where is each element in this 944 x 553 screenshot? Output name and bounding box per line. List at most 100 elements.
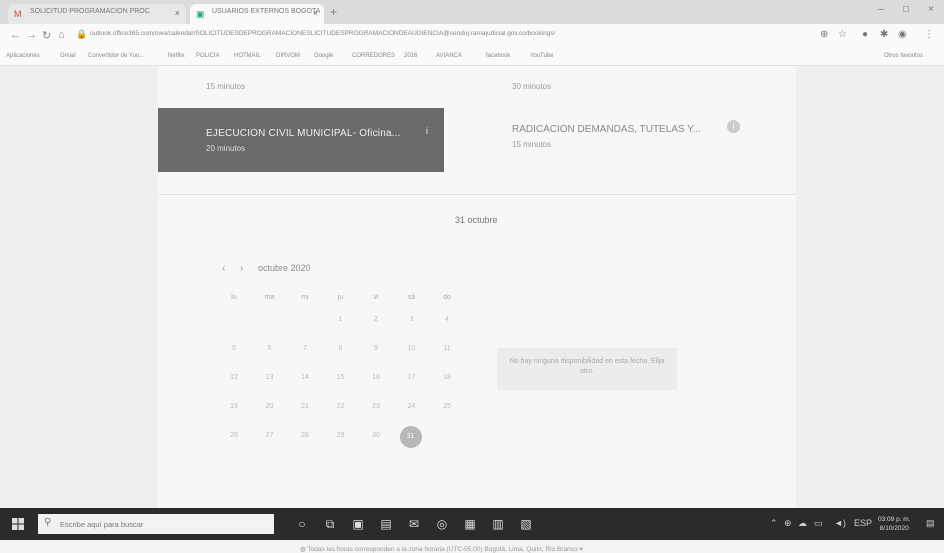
clock-date: 8/10/2020 <box>879 525 909 532</box>
calendar-day[interactable]: 8 <box>329 339 353 359</box>
calendar-day[interactable]: 1 <box>329 310 353 330</box>
app-icon[interactable]: ▥ <box>488 515 508 533</box>
excel-icon[interactable]: ▧ <box>516 515 536 533</box>
puzzle-icon[interactable]: ✱ <box>880 29 888 40</box>
calendar-day[interactable]: 30 <box>364 426 388 446</box>
notifications-icon[interactable]: ▤ <box>926 518 935 529</box>
calendar-day[interactable]: 14 <box>293 368 317 388</box>
url-field[interactable]: outlook.office365.com/owa/calendar/SOLIC… <box>90 30 810 44</box>
close-icon[interactable]: × <box>175 8 180 18</box>
calendar-day[interactable]: 5 <box>222 339 246 359</box>
calendar-day[interactable]: 4 <box>435 310 459 330</box>
service-name: RADICACION DEMANDAS, TUTELAS Y... <box>512 124 701 135</box>
language-indicator[interactable]: ESP <box>854 518 872 528</box>
bookmark-policia[interactable]: POLICIA <box>196 53 220 59</box>
service-name: EJECUCION CIVIL MUNICIPAL- Oficina... <box>206 128 401 139</box>
network-icon[interactable]: ⊕ <box>784 518 792 529</box>
selected-date-heading: 31 octubre <box>455 215 498 225</box>
chrome-icon[interactable]: ◎ <box>432 515 452 533</box>
home-icon[interactable]: ⌂ <box>58 29 65 41</box>
calendar-day[interactable]: 20 <box>258 397 282 417</box>
calendar-day[interactable]: 9 <box>364 339 388 359</box>
tray-chevron-icon[interactable]: ⌃ <box>770 518 778 529</box>
previous-month-icon[interactable]: ‹ <box>222 263 225 274</box>
bookmark-youtube[interactable]: YouTube <box>530 53 554 59</box>
calendar-day[interactable]: 25 <box>435 397 459 417</box>
calendar-day[interactable]: 13 <box>258 368 282 388</box>
calendar-day[interactable]: 11 <box>435 339 459 359</box>
menu-icon[interactable]: ⋮ <box>924 29 934 40</box>
calendar-day[interactable]: 10 <box>400 339 424 359</box>
calendar-day[interactable]: 16 <box>364 368 388 388</box>
calendar-day[interactable]: 26 <box>222 426 246 446</box>
gmail-icon: M <box>14 9 22 19</box>
window-close-icon[interactable]: × <box>928 4 934 15</box>
close-icon[interactable]: × <box>313 8 318 18</box>
taskbar-search-input[interactable]: ⚲ Escribe aquí para buscar <box>38 514 274 534</box>
volume-icon[interactable]: ◄) <box>834 518 846 528</box>
bookmarks-bar: Aplicaciones Gmail Convertidor de Yuo...… <box>0 48 944 66</box>
cortana-icon[interactable]: ○ <box>292 515 312 533</box>
file-explorer-icon[interactable]: ▤ <box>376 515 396 533</box>
bookmark-facebook[interactable]: facebook <box>486 53 510 59</box>
tab-bookings[interactable]: ▣ USUARIOS EXTERNOS BOGOTA × <box>190 4 324 24</box>
calendar-day[interactable]: 15 <box>329 368 353 388</box>
bookmark-dirvom[interactable]: DIRVOM <box>276 53 300 59</box>
cloud-icon[interactable]: ☁ <box>798 518 807 529</box>
timezone-text: Todas las horas corresponden a la zona h… <box>307 546 578 553</box>
timezone-note[interactable]: ◍ Todas las horas corresponden a la zona… <box>300 545 583 553</box>
forward-icon[interactable]: → <box>26 29 37 41</box>
avatar[interactable]: ◉ <box>898 29 907 40</box>
minimize-icon[interactable]: – <box>878 4 884 15</box>
word-icon[interactable]: ▦ <box>460 515 480 533</box>
calendar-day[interactable]: 23 <box>364 397 388 417</box>
bookmark-other[interactable]: Otros favoritos <box>884 53 923 59</box>
calendar-day[interactable]: 27 <box>258 426 282 446</box>
bookmark-avianca[interactable]: AVIANCA <box>436 53 462 59</box>
tab-gmail[interactable]: M SOLICITUD PROGRAMACION PROC × <box>8 4 186 24</box>
bookings-icon: ▣ <box>196 9 205 19</box>
calendar-day[interactable]: 22 <box>329 397 353 417</box>
bookmark-2016[interactable]: 2016 <box>404 53 417 59</box>
new-tab-icon[interactable]: + <box>330 5 337 19</box>
star-icon[interactable]: ☆ <box>838 29 847 40</box>
calendar-day[interactable]: 17 <box>400 368 424 388</box>
bookmark-corredores[interactable]: CORREDORES <box>352 53 395 59</box>
mail-icon[interactable]: ✉ <box>404 515 424 533</box>
calendar-day[interactable]: 3 <box>400 310 424 330</box>
store-icon[interactable]: ▣ <box>348 515 368 533</box>
battery-icon[interactable]: ▭ <box>814 518 823 529</box>
zoom-icon[interactable]: ⊕ <box>820 29 828 40</box>
info-icon[interactable]: i <box>426 126 428 136</box>
bookmark-apps[interactable]: Aplicaciones <box>6 53 40 59</box>
windows-start-icon[interactable] <box>12 518 24 530</box>
back-icon[interactable]: ← <box>10 29 21 41</box>
bookmark-gmail[interactable]: Gmail <box>60 53 76 59</box>
bookmark-netflix[interactable]: Netflix <box>168 53 185 59</box>
bookmark-convertidor[interactable]: Convertidor de Yuo... <box>88 53 144 59</box>
info-icon[interactable]: i <box>727 120 740 133</box>
address-bar-row: ← → ↻ ⌂ 🔒 outlook.office365.com/owa/cale… <box>0 24 944 48</box>
calendar-day[interactable]: 28 <box>293 426 317 446</box>
maximize-icon[interactable]: □ <box>903 4 909 15</box>
calendar-day[interactable]: 29 <box>329 426 353 446</box>
calendar-day[interactable]: 12 <box>222 368 246 388</box>
calendar-day[interactable]: 18 <box>435 368 459 388</box>
next-month-icon[interactable]: › <box>240 263 243 274</box>
bookmark-hotmail[interactable]: HOTMAIL <box>234 53 261 59</box>
extension-icon[interactable]: ● <box>862 29 868 40</box>
calendar-day[interactable]: 19 <box>222 397 246 417</box>
service-card-selected[interactable]: EJECUCION CIVIL MUNICIPAL- Oficina... 20… <box>158 108 444 172</box>
bookmark-google[interactable]: Google <box>314 53 333 59</box>
lock-icon: 🔒 <box>76 29 88 39</box>
task-view-icon[interactable]: ⧉ <box>320 515 340 533</box>
calendar-day-selected[interactable]: 31 <box>399 426 422 448</box>
calendar-day[interactable]: 6 <box>258 339 282 359</box>
calendar-day[interactable]: 24 <box>400 397 424 417</box>
calendar-day[interactable]: 7 <box>293 339 317 359</box>
taskbar-clock[interactable]: 03:09 p. m. 8/10/2020 <box>878 515 911 533</box>
weekday-label: sá <box>407 294 416 301</box>
reload-icon[interactable]: ↻ <box>42 29 51 42</box>
calendar-day[interactable]: 2 <box>364 310 388 330</box>
calendar-day[interactable]: 21 <box>293 397 317 417</box>
